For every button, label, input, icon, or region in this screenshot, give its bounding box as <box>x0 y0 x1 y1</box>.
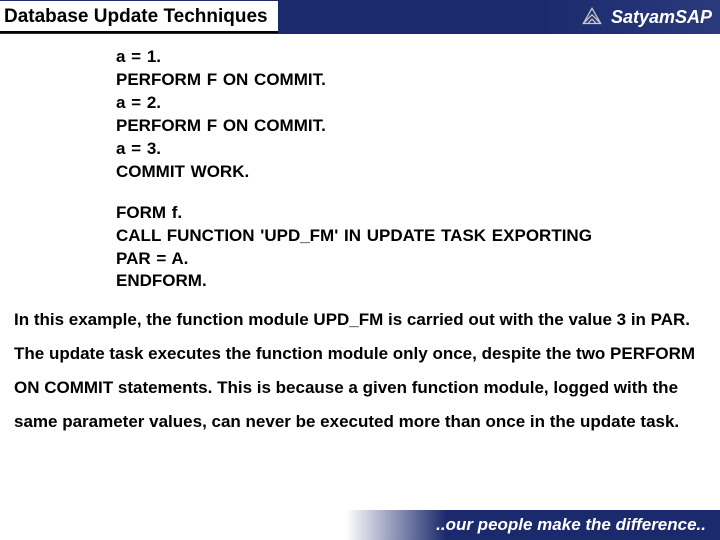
content-area: a = 1. PERFORM F ON COMMIT. a = 2. PERFO… <box>0 34 720 439</box>
brand-suffix: SAP <box>675 7 712 27</box>
brand-text: SatyamSAP <box>611 7 712 28</box>
code-block-2: FORM f. CALL FUNCTION 'UPD_FM' IN UPDATE… <box>8 202 712 294</box>
code-line: PERFORM F ON COMMIT. <box>116 69 712 92</box>
code-line: CALL FUNCTION 'UPD_FM' IN UPDATE TASK EX… <box>116 225 712 248</box>
code-block-1: a = 1. PERFORM F ON COMMIT. a = 2. PERFO… <box>8 46 712 184</box>
code-line: a = 2. <box>116 92 712 115</box>
brand-prefix: Satyam <box>611 7 675 27</box>
code-line: PAR = A. <box>116 248 712 271</box>
brand-logo-area: SatyamSAP <box>579 4 712 30</box>
code-line: ENDFORM. <box>116 270 712 293</box>
code-line: a = 3. <box>116 138 712 161</box>
footer-tagline: ..our people make the difference.. <box>436 515 706 535</box>
explanation-paragraph: In this example, the function module UPD… <box>8 293 712 439</box>
code-line: a = 1. <box>116 46 712 69</box>
code-line: FORM f. <box>116 202 712 225</box>
page-title: Database Update Techniques <box>0 1 278 33</box>
code-line: PERFORM F ON COMMIT. <box>116 115 712 138</box>
header-bar: Database Update Techniques SatyamSAP <box>0 0 720 34</box>
code-line: COMMIT WORK. <box>116 161 712 184</box>
footer-bar: ..our people make the difference.. <box>0 510 720 540</box>
spacer <box>8 184 712 202</box>
company-mark-icon <box>579 4 605 30</box>
